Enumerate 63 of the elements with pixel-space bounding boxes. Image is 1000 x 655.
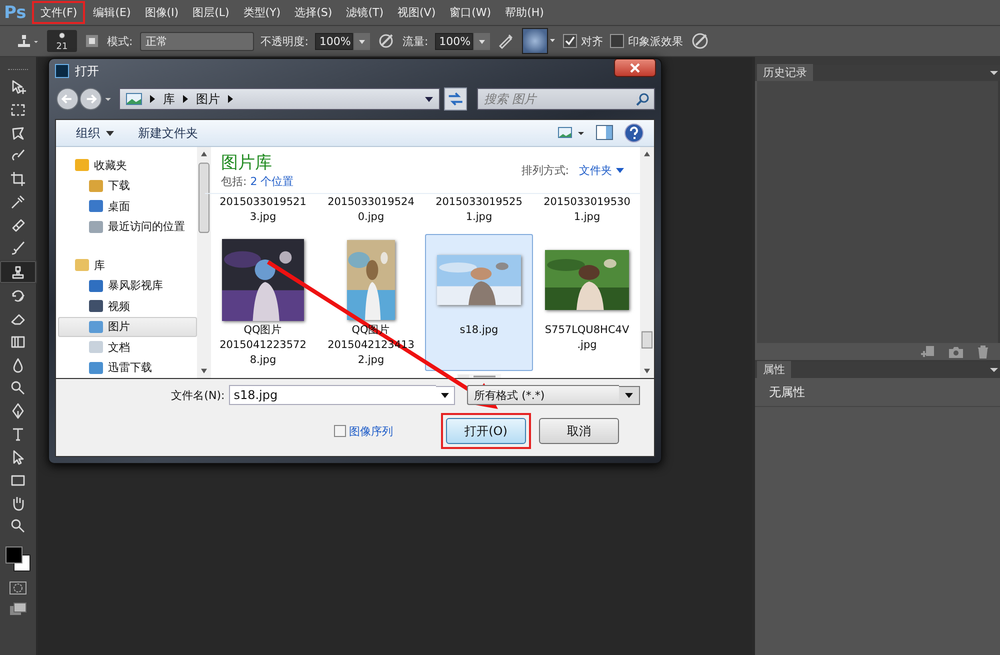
menu-item[interactable]: 视图(V)	[392, 3, 442, 22]
includes-label: 包括:	[221, 174, 247, 188]
file-name[interactable]: s18.jpg	[460, 323, 498, 338]
cancel-button[interactable]: 取消	[539, 418, 619, 444]
file-name[interactable]: QQ图片 2015041223572 8.jpg	[220, 323, 306, 368]
file-item[interactable]: 2015033019524 0.jpg	[317, 194, 425, 228]
brush-preset-picker[interactable]: 21	[47, 30, 77, 52]
file-item[interactable]: 2015033019530 1.jpg	[533, 194, 640, 228]
menu-item[interactable]: 窗口(W)	[444, 3, 498, 22]
nav-item[interactable]: 收藏夹	[58, 155, 197, 176]
arrange-dropdown[interactable]: 文件夹	[579, 162, 612, 178]
menu-item[interactable]: 滤镜(T)	[340, 3, 390, 22]
file-item[interactable]: QQ图片 2015041223572 8.jpg	[209, 234, 317, 371]
locations-link[interactable]: 2 个位置	[250, 174, 294, 188]
menu-item[interactable]: 选择(S)	[288, 3, 338, 22]
menu-item[interactable]: 类型(Y)	[237, 3, 287, 22]
nav-item[interactable]: 视频	[58, 296, 197, 317]
filename-label: 文件名(N):	[170, 388, 225, 402]
menu-item[interactable]: 编辑(E)	[87, 3, 137, 22]
properties-tab[interactable]: 属性	[757, 361, 791, 378]
menu-item[interactable]: 图像(I)	[138, 3, 185, 22]
nav-item[interactable]: 迅雷下载	[58, 358, 197, 378]
file-name[interactable]: 2015033019530 1.jpg	[544, 195, 630, 225]
nav-item[interactable]: 图片	[58, 316, 197, 338]
nav-item[interactable]: 暴风影视库	[58, 276, 197, 296]
file-item[interactable]: 2015033019521 3.jpg	[209, 194, 317, 228]
menu-item[interactable]: 文件(F)	[38, 4, 80, 21]
dialog-title: 打开	[75, 62, 99, 80]
checkbox-label: 对齐	[581, 34, 604, 48]
library-title: 图片库	[221, 152, 273, 174]
address-bar[interactable]: 库 图片	[118, 88, 440, 110]
nav-item[interactable]: 下载	[58, 175, 197, 196]
nav-item[interactable]: 库	[58, 255, 197, 276]
checkbox-label[interactable]: 图像序列	[349, 424, 393, 438]
file-name[interactable]: S757LQU8HC4V .jpg	[544, 323, 630, 353]
breadcrumb-item[interactable]: 库	[162, 90, 175, 108]
menu-item[interactable]: 帮助(H)	[499, 3, 550, 22]
flow-label: 流量:	[402, 34, 428, 48]
history-tab[interactable]: 历史记录	[757, 64, 813, 81]
organize-button[interactable]: 组织	[70, 122, 100, 144]
nav-item[interactable]: 文档	[58, 337, 197, 358]
file-item[interactable]: S757LQU8HC4V .jpg	[533, 234, 640, 371]
opacity-field[interactable]: 100%	[315, 32, 354, 50]
file-name[interactable]: 2015033019525 1.jpg	[436, 195, 522, 225]
nav-item[interactable]: 桌面	[58, 196, 197, 216]
open-button[interactable]: 打开(O)	[446, 418, 526, 444]
file-item[interactable]: 2015033019525 1.jpg	[425, 194, 533, 228]
mode-select[interactable]: 正常	[140, 32, 254, 50]
flow-field[interactable]: 100%	[435, 32, 474, 50]
opacity-label: 不透明度:	[260, 34, 308, 48]
search-field[interactable]: 搜索 图片	[477, 88, 655, 110]
breadcrumb-item[interactable]: 图片	[196, 90, 220, 108]
menu-item[interactable]: 图层(L)	[186, 3, 236, 22]
file-name[interactable]: 2015033019524 0.jpg	[328, 195, 414, 225]
nav-item[interactable]: 最近访问的位置	[58, 216, 197, 237]
mode-label: 模式:	[107, 34, 133, 48]
file-name[interactable]: 2015033019521 3.jpg	[220, 195, 306, 225]
file-item[interactable]: s18.jpg	[425, 234, 533, 371]
checkbox-label: 印象派效果	[628, 34, 684, 48]
app-logo: Ps	[4, 2, 26, 22]
new-folder-button[interactable]: 新建文件夹	[132, 122, 198, 144]
properties-text: 无属性	[769, 384, 805, 400]
arrange-label: 排列方式:	[521, 162, 569, 178]
